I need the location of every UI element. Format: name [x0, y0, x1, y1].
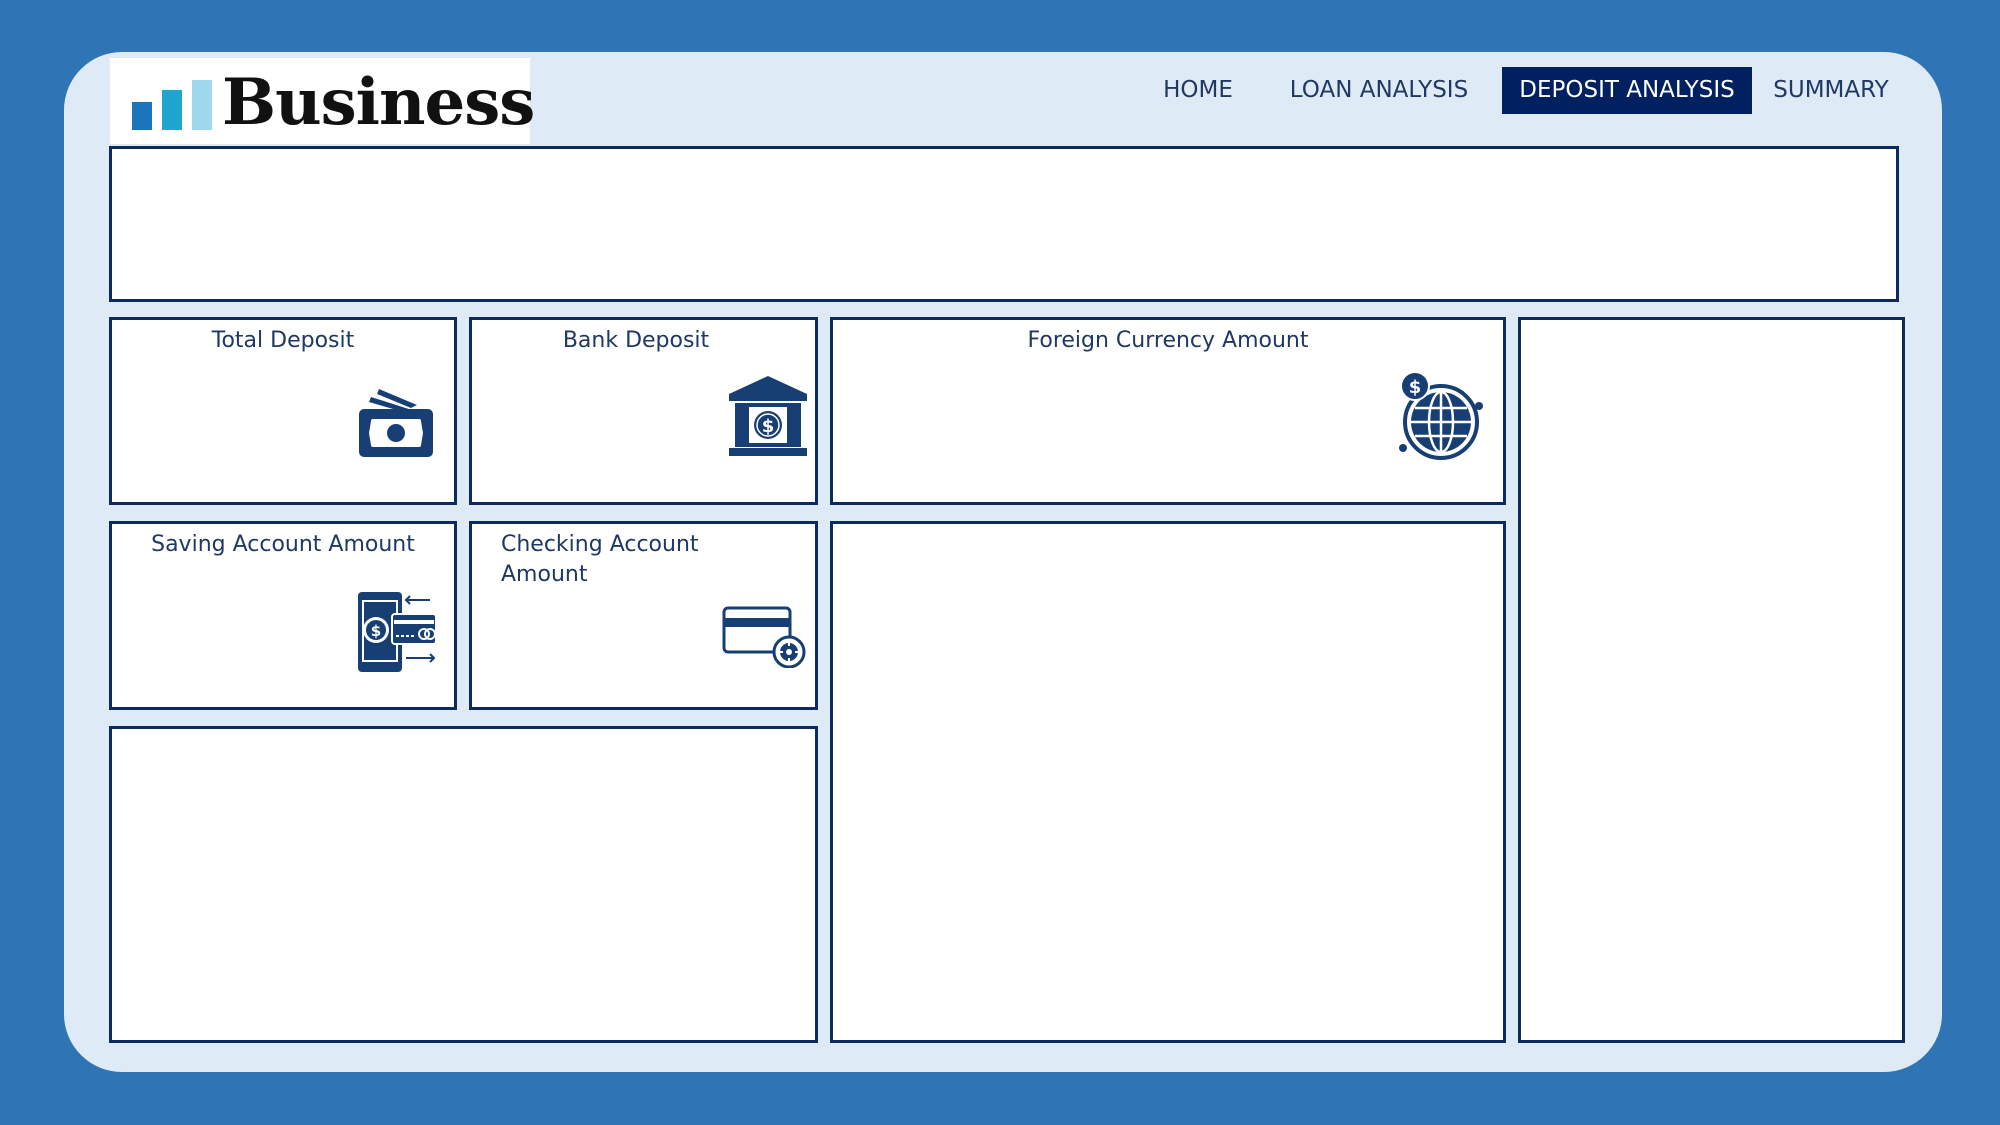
- checking-account-card: Checking Account Amount: [469, 521, 818, 710]
- total-deposit-title: Total Deposit: [211, 328, 355, 353]
- bottom-left-panel: [109, 726, 818, 1043]
- globe-dollar-icon: $: [1399, 372, 1483, 460]
- checking-account-title: Checking Account Amount: [501, 532, 699, 587]
- saving-account-title: Saving Account Amount: [151, 532, 415, 557]
- bank-deposit-title: Bank Deposit: [562, 328, 710, 353]
- nav-home[interactable]: HOME: [1154, 67, 1242, 114]
- svg-text:$: $: [371, 622, 381, 640]
- foreign-currency-card: Foreign Currency Amount $: [830, 317, 1506, 505]
- bank-deposit-card: Bank Deposit $: [469, 317, 818, 505]
- business-logo: Business: [110, 58, 535, 144]
- bank-icon: $: [729, 376, 807, 456]
- bar-chart-icon: [132, 80, 216, 130]
- nav-deposit-analysis[interactable]: DEPOSIT ANALYSIS: [1502, 67, 1752, 114]
- total-deposit-card: Total Deposit: [109, 317, 457, 505]
- credit-card-gear-icon: [722, 606, 806, 668]
- cash-stack-icon: [359, 389, 433, 457]
- center-panel: [830, 521, 1506, 1043]
- right-panel: [1518, 317, 1905, 1043]
- nav-loan-analysis[interactable]: LOAN ANALYSIS: [1280, 67, 1478, 114]
- svg-text:$: $: [762, 416, 775, 437]
- saving-account-card: Saving Account Amount $: [109, 521, 457, 710]
- mobile-payment-icon: $: [358, 592, 437, 672]
- banner-panel: [109, 146, 1899, 302]
- foreign-currency-title: Foreign Currency Amount: [1027, 328, 1309, 353]
- svg-text:$: $: [1409, 377, 1422, 398]
- logo-text: Business: [222, 65, 535, 140]
- nav-summary[interactable]: SUMMARY: [1766, 67, 1896, 114]
